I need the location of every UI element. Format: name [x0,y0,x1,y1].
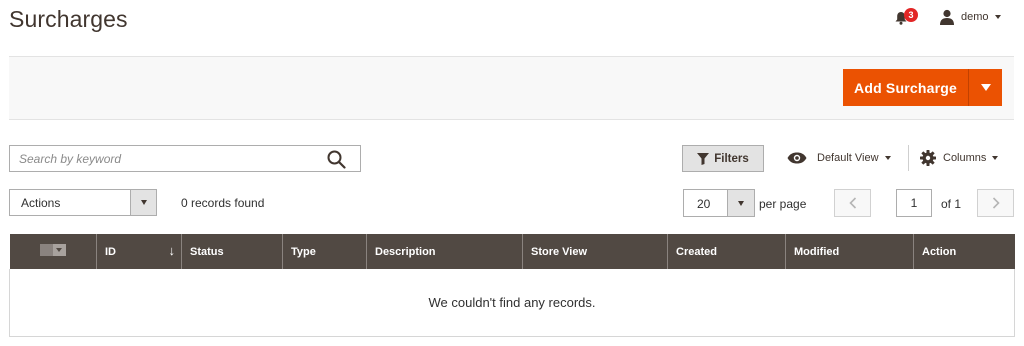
total-pages-label: of 1 [941,197,962,211]
mass-actions-select[interactable]: Actions [9,189,157,216]
filters-button[interactable]: Filters [682,145,764,172]
chevron-down-icon [738,200,744,206]
user-menu[interactable]: demo [939,9,1001,25]
per-page-select[interactable]: 20 [683,189,755,217]
chevron-down-icon [884,156,891,160]
filter-icon [697,152,710,165]
surcharges-grid: ID ↓ Status Type Description Store View … [9,234,1015,337]
columns-selector[interactable]: Columns [920,149,999,167]
user-name: demo [961,11,989,23]
column-header-modified[interactable]: Modified [785,234,914,269]
search-icon[interactable] [327,150,346,169]
keyword-search [9,145,361,172]
notification-count-badge: 3 [904,8,918,22]
empty-message: We couldn't find any records. [9,269,1015,337]
chevron-down-icon [140,200,147,205]
actions-dropdown-toggle[interactable] [130,190,156,215]
column-label: ID [105,245,116,258]
page-title: Surcharges [9,6,128,32]
chevron-left-icon [848,197,856,209]
mass-select-header[interactable] [9,234,97,269]
current-page-input[interactable] [896,189,932,217]
chevron-down-icon [992,156,999,160]
column-label: Store View [531,245,588,258]
add-surcharge-button[interactable]: Add Surcharge [843,69,968,106]
previous-page-button[interactable] [834,189,871,217]
column-header-type[interactable]: Type [282,234,367,269]
filters-label: Filters [714,152,749,165]
per-page-value: 20 [697,197,711,211]
column-header-action: Action [913,234,1015,269]
per-page-dropdown-toggle[interactable] [727,190,754,216]
view-label: Default View [817,152,879,164]
column-label: Action [922,245,957,258]
mass-select-dropdown[interactable] [52,244,66,256]
chevron-down-icon [994,15,1001,19]
search-input[interactable] [10,146,310,171]
column-label: Description [375,245,436,258]
column-header-created[interactable]: Created [667,234,786,269]
eye-icon [787,152,807,164]
next-page-button[interactable] [977,189,1014,217]
chevron-down-icon [980,84,991,91]
view-selector[interactable]: Default View [787,149,891,167]
column-header-description[interactable]: Description [366,234,523,269]
column-label: Type [291,245,316,258]
chevron-right-icon [992,197,1000,209]
column-label: Created [676,245,717,258]
actions-label: Actions [21,196,61,210]
mass-select-checkbox[interactable] [39,244,66,256]
records-count: 0 records found [181,196,265,210]
sort-arrow-icon: ↓ [168,243,176,258]
column-header-id[interactable]: ID ↓ [96,234,182,269]
add-surcharge-dropdown-toggle[interactable] [968,69,1002,106]
chevron-down-icon [56,248,62,252]
user-icon [940,9,954,25]
checkbox-icon [39,244,53,256]
column-label: Status [190,245,224,258]
empty-row: We couldn't find any records. [9,269,1015,337]
per-page-label: per page [759,197,807,211]
notifications-button[interactable]: 3 [894,8,918,28]
column-header-status[interactable]: Status [181,234,283,269]
gear-icon [920,150,936,166]
columns-label: Columns [943,152,987,164]
column-header-store-view[interactable]: Store View [522,234,668,269]
column-label: Modified [794,245,840,258]
toolbar-divider [908,145,909,171]
